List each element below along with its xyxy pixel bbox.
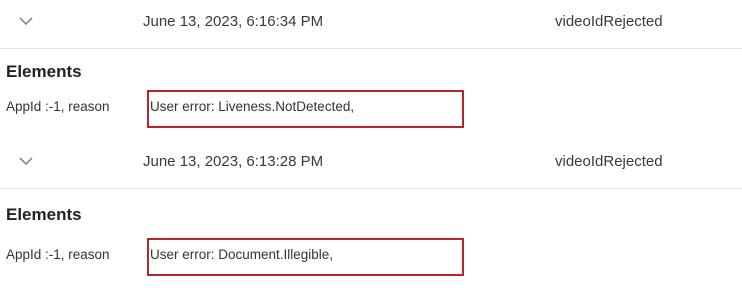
element-detail: AppId :-1, reason xyxy=(6,99,110,114)
detail-reason: User error: Document.Illegible, xyxy=(150,247,334,262)
elements-heading: Elements xyxy=(6,62,82,81)
event-name: videoIdRejected xyxy=(555,13,663,30)
detail-prefix: AppId :-1, reason xyxy=(6,99,110,114)
event-date: June 13, 2023, 6:13:28 PM xyxy=(143,153,324,170)
detail-prefix: AppId :-1, reason xyxy=(6,247,110,262)
event-row[interactable]: June 13, 2023, 6:16:34 PM videoIdRejecte… xyxy=(0,0,742,49)
elements-heading: Elements xyxy=(6,205,82,224)
chevron-down-icon[interactable] xyxy=(18,14,34,28)
element-detail: AppId :-1, reason xyxy=(6,247,110,262)
event-name: videoIdRejected xyxy=(555,153,663,170)
event-row[interactable]: June 13, 2023, 6:13:28 PM videoIdRejecte… xyxy=(0,140,742,189)
detail-reason: User error: Liveness.NotDetected, xyxy=(150,99,355,114)
chevron-down-icon[interactable] xyxy=(18,154,34,168)
event-date: June 13, 2023, 6:16:34 PM xyxy=(143,13,324,30)
